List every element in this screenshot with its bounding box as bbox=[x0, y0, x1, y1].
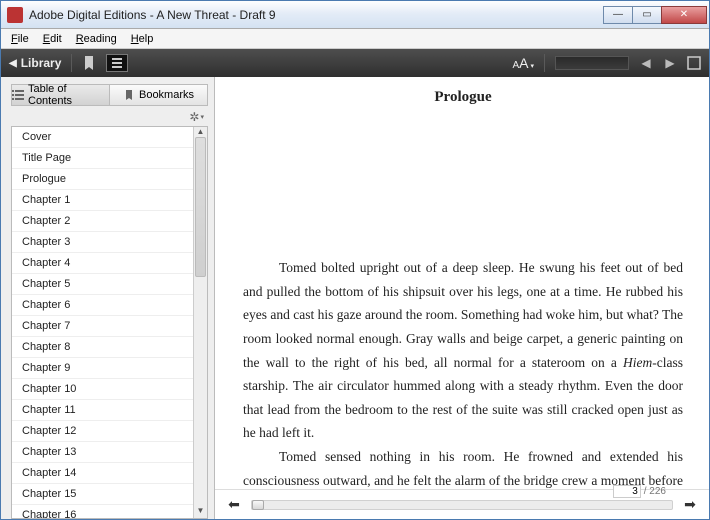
text-size-button[interactable]: AA▾ bbox=[512, 55, 534, 71]
toolbar: ◀ Library AA▾ ◀ ▶ bbox=[1, 49, 709, 77]
window-controls: — ▭ ✕ bbox=[604, 6, 707, 24]
toc-item[interactable]: Prologue bbox=[12, 169, 193, 190]
tab-bookmarks[interactable]: Bookmarks bbox=[109, 84, 208, 106]
page-number-input[interactable] bbox=[613, 485, 641, 498]
page-number-display: / 226 bbox=[613, 485, 666, 498]
sidebar-tabs: Table of Contents Bookmarks bbox=[11, 84, 208, 106]
toc-item[interactable]: Chapter 14 bbox=[12, 463, 193, 484]
close-button[interactable]: ✕ bbox=[661, 6, 707, 24]
page-prev-button[interactable]: ⬅ bbox=[225, 496, 243, 513]
toc-item[interactable]: Chapter 12 bbox=[12, 421, 193, 442]
chevron-down-icon: ▾ bbox=[200, 113, 204, 121]
search-box[interactable] bbox=[555, 56, 629, 70]
page-body: Tomed bolted upright out of a deep sleep… bbox=[243, 256, 683, 489]
toc-panel: CoverTitle PagePrologueChapter 1Chapter … bbox=[11, 126, 208, 519]
page-heading: Prologue bbox=[243, 89, 683, 106]
toc-item[interactable]: Chapter 4 bbox=[12, 253, 193, 274]
sidebar-options-row: ✲▾ bbox=[11, 106, 208, 126]
search-prev-button[interactable]: ◀ bbox=[639, 56, 653, 70]
app-window: Adobe Digital Editions - A New Threat - … bbox=[0, 0, 710, 520]
toc-scrollbar[interactable]: ▲ ▼ bbox=[193, 127, 207, 518]
page-footer: ⬅ / 226 ➡ bbox=[215, 489, 709, 519]
toc-item[interactable]: Chapter 6 bbox=[12, 295, 193, 316]
page-next-button[interactable]: ➡ bbox=[681, 496, 699, 513]
toc-item[interactable]: Chapter 2 bbox=[12, 211, 193, 232]
toc-item[interactable]: Chapter 5 bbox=[12, 274, 193, 295]
toc-item[interactable]: Chapter 13 bbox=[12, 442, 193, 463]
toc-item[interactable]: Chapter 10 bbox=[12, 379, 193, 400]
toc-item[interactable]: Chapter 16 bbox=[12, 505, 193, 518]
toc-tab-label: Table of Contents bbox=[28, 83, 109, 107]
reader-pane: Prologue Tomed bolted upright out of a d… bbox=[215, 77, 709, 519]
menubar: File Edit Reading Help bbox=[1, 29, 709, 49]
toc-item[interactable]: Chapter 8 bbox=[12, 337, 193, 358]
bookmark-ribbon-icon[interactable] bbox=[82, 55, 96, 71]
page-total-label: / 226 bbox=[644, 486, 666, 497]
toc-item[interactable]: Chapter 7 bbox=[12, 316, 193, 337]
separator bbox=[544, 54, 545, 72]
toc-list[interactable]: CoverTitle PagePrologueChapter 1Chapter … bbox=[12, 127, 193, 518]
toc-item[interactable]: Chapter 11 bbox=[12, 400, 193, 421]
menu-edit[interactable]: Edit bbox=[37, 31, 68, 47]
toc-icon bbox=[12, 89, 24, 101]
library-button[interactable]: ◀ Library bbox=[9, 56, 61, 70]
toc-item[interactable]: Chapter 9 bbox=[12, 358, 193, 379]
menu-help[interactable]: Help bbox=[125, 31, 160, 47]
toc-item[interactable]: Chapter 1 bbox=[12, 190, 193, 211]
view-single-page-button[interactable] bbox=[106, 54, 128, 72]
scroll-down-button[interactable]: ▼ bbox=[194, 506, 207, 518]
separator bbox=[71, 54, 72, 72]
sidebar: Table of Contents Bookmarks ✲▾ CoverTitl… bbox=[1, 77, 215, 519]
paragraph: Tomed sensed nothing in his room. He fro… bbox=[243, 445, 683, 489]
menu-reading[interactable]: Reading bbox=[70, 31, 123, 47]
search-next-button[interactable]: ▶ bbox=[663, 56, 677, 70]
toc-item[interactable]: Chapter 3 bbox=[12, 232, 193, 253]
paragraph: Tomed bolted upright out of a deep sleep… bbox=[243, 256, 683, 445]
bookmarks-tab-label: Bookmarks bbox=[139, 89, 194, 101]
library-label: Library bbox=[21, 56, 62, 70]
tab-toc[interactable]: Table of Contents bbox=[11, 84, 110, 106]
maximize-button[interactable]: ▭ bbox=[632, 6, 662, 24]
app-icon bbox=[7, 7, 23, 23]
page-content: Prologue Tomed bolted upright out of a d… bbox=[215, 77, 709, 489]
titlebar: Adobe Digital Editions - A New Threat - … bbox=[1, 1, 709, 29]
back-triangle-icon: ◀ bbox=[9, 58, 17, 69]
gear-icon: ✲ bbox=[189, 110, 199, 124]
toc-item[interactable]: Cover bbox=[12, 127, 193, 148]
view-mode-group bbox=[106, 54, 128, 72]
scroll-thumb[interactable] bbox=[195, 137, 206, 277]
page-slider-track[interactable]: / 226 bbox=[251, 500, 673, 510]
toc-item[interactable]: Title Page bbox=[12, 148, 193, 169]
menu-file[interactable]: File bbox=[5, 31, 35, 47]
toc-item[interactable]: Chapter 15 bbox=[12, 484, 193, 505]
minimize-button[interactable]: — bbox=[603, 6, 633, 24]
bookmarks-icon bbox=[123, 89, 135, 101]
sidebar-options-button[interactable]: ✲▾ bbox=[189, 110, 204, 124]
fullscreen-icon[interactable] bbox=[687, 56, 701, 70]
window-title: Adobe Digital Editions - A New Threat - … bbox=[29, 8, 604, 22]
page-slider-thumb[interactable] bbox=[252, 500, 264, 510]
content-area: Table of Contents Bookmarks ✲▾ CoverTitl… bbox=[1, 77, 709, 519]
